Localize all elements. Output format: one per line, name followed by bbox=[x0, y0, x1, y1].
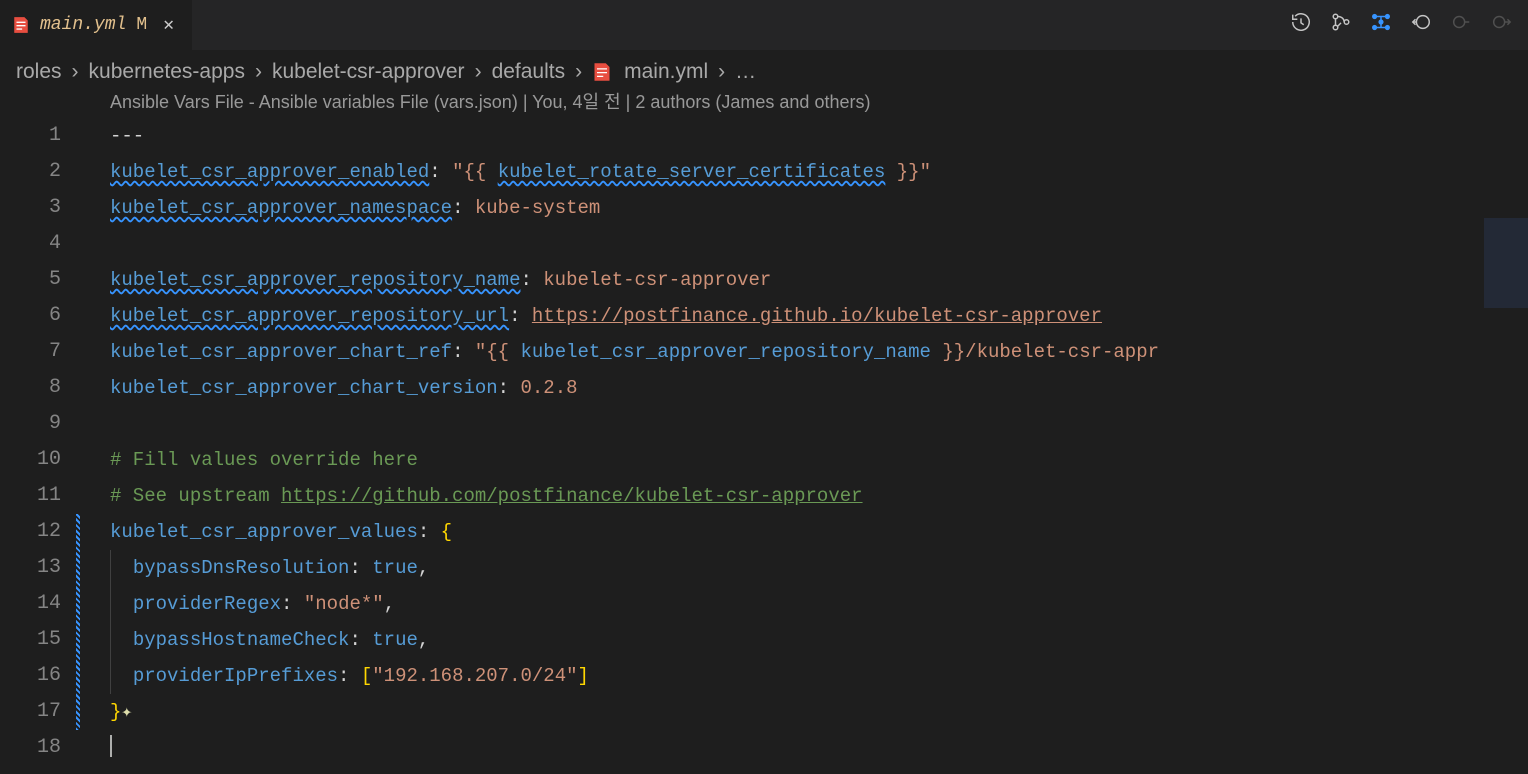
line-number: 5 bbox=[0, 262, 61, 298]
breadcrumb-item[interactable]: roles bbox=[16, 60, 62, 84]
chevron-right-icon: › bbox=[575, 60, 582, 84]
gutter: 1 2 3 4 5 6 7 8 9 10 11 12 13 14 15 16 1… bbox=[0, 118, 85, 757]
line-number: 15 bbox=[0, 622, 61, 658]
code-token: /kubelet-csr-appr bbox=[965, 341, 1159, 363]
code-token: https://postfinance.github.io/kubelet-cs… bbox=[532, 305, 1102, 327]
line-number: 2 bbox=[0, 154, 61, 190]
line-number: 6 bbox=[0, 298, 61, 334]
line-number: 12 bbox=[0, 514, 61, 550]
change-indicator bbox=[76, 514, 80, 730]
breadcrumb[interactable]: roles › kubernetes-apps › kubelet-csr-ap… bbox=[0, 50, 1528, 86]
editor-toolbar bbox=[1290, 11, 1528, 39]
code-token: kube-system bbox=[475, 197, 600, 219]
tab-bar: main.yml M ✕ bbox=[0, 0, 1528, 50]
tab-filename: main.yml bbox=[40, 15, 126, 35]
line-number: 7 bbox=[0, 334, 61, 370]
code-token: # Fill values override here bbox=[110, 449, 418, 471]
code-token: kubelet_csr_approver_repository_url bbox=[110, 305, 509, 327]
line-number: 14 bbox=[0, 586, 61, 622]
chevron-right-icon: › bbox=[255, 60, 262, 84]
line-number: 3 bbox=[0, 190, 61, 226]
chevron-right-icon: › bbox=[718, 60, 725, 84]
breadcrumb-item[interactable]: kubernetes-apps bbox=[89, 60, 245, 84]
code-token: kubelet_rotate_server_certificates bbox=[498, 161, 886, 183]
chevron-right-icon: › bbox=[72, 60, 79, 84]
code-token: 0.2.8 bbox=[520, 377, 577, 399]
minimap[interactable] bbox=[1484, 218, 1528, 308]
revert-icon[interactable] bbox=[1410, 11, 1432, 39]
codelens[interactable]: Ansible Vars File - Ansible variables Fi… bbox=[0, 86, 1528, 118]
next-diff-icon bbox=[1490, 11, 1512, 39]
code-token: "192.168.207.0/24" bbox=[372, 665, 577, 687]
breadcrumb-file[interactable]: main.yml bbox=[624, 60, 708, 84]
code-token: kubelet-csr-approver bbox=[543, 269, 771, 291]
code-token: kubelet_csr_approver_enabled bbox=[110, 161, 429, 183]
code-token: bypassDnsResolution bbox=[133, 557, 350, 579]
compare-icon[interactable] bbox=[1330, 11, 1352, 39]
close-icon[interactable]: ✕ bbox=[157, 14, 180, 36]
line-number: 4 bbox=[0, 226, 61, 262]
code-token: --- bbox=[110, 125, 144, 147]
line-number: 16 bbox=[0, 658, 61, 694]
yaml-file-icon bbox=[592, 62, 612, 82]
line-number: 9 bbox=[0, 406, 61, 442]
code-token: "node*" bbox=[304, 593, 384, 615]
breadcrumb-item[interactable]: defaults bbox=[492, 60, 566, 84]
breadcrumb-ellipsis[interactable]: … bbox=[735, 60, 756, 84]
code-token: kubelet_csr_approver_chart_version bbox=[110, 377, 498, 399]
yaml-file-icon bbox=[12, 16, 30, 34]
sparkle-icon: ✦ bbox=[121, 703, 132, 723]
line-number: 18 bbox=[0, 730, 61, 766]
code-token: # See upstream bbox=[110, 485, 281, 507]
line-number: 8 bbox=[0, 370, 61, 406]
code-token: kubelet_csr_approver_namespace bbox=[110, 197, 452, 219]
code-token: providerIpPrefixes bbox=[133, 665, 338, 687]
breadcrumb-item[interactable]: kubelet-csr-approver bbox=[272, 60, 465, 84]
line-number: 17 bbox=[0, 694, 61, 730]
chevron-right-icon: › bbox=[475, 60, 482, 84]
graph-icon[interactable] bbox=[1370, 11, 1392, 39]
code-token: https://github.com/postfinance/kubelet-c… bbox=[281, 485, 863, 507]
cursor bbox=[110, 735, 112, 757]
code-token: true bbox=[372, 557, 418, 579]
code-token: true bbox=[372, 629, 418, 651]
line-number: 1 bbox=[0, 118, 61, 154]
tab-modified-indicator: M bbox=[136, 15, 147, 35]
prev-diff-icon bbox=[1450, 11, 1472, 39]
code-token: bypassHostnameCheck bbox=[133, 629, 350, 651]
line-number: 13 bbox=[0, 550, 61, 586]
indent-guide bbox=[110, 550, 111, 694]
code-content[interactable]: --- kubelet_csr_approver_enabled: "{{ ku… bbox=[85, 118, 1528, 757]
editor-tab[interactable]: main.yml M ✕ bbox=[0, 0, 192, 50]
line-number: 11 bbox=[0, 478, 61, 514]
code-token: kubelet_csr_approver_chart_ref bbox=[110, 341, 452, 363]
code-token: providerRegex bbox=[133, 593, 281, 615]
history-icon[interactable] bbox=[1290, 11, 1312, 39]
code-token: kubelet_csr_approver_values bbox=[110, 521, 418, 543]
line-number: 10 bbox=[0, 442, 61, 478]
editor[interactable]: 1 2 3 4 5 6 7 8 9 10 11 12 13 14 15 16 1… bbox=[0, 118, 1528, 757]
code-token: kubelet_csr_approver_repository_name bbox=[110, 269, 520, 291]
code-token: kubelet_csr_approver_repository_name bbox=[520, 341, 930, 363]
